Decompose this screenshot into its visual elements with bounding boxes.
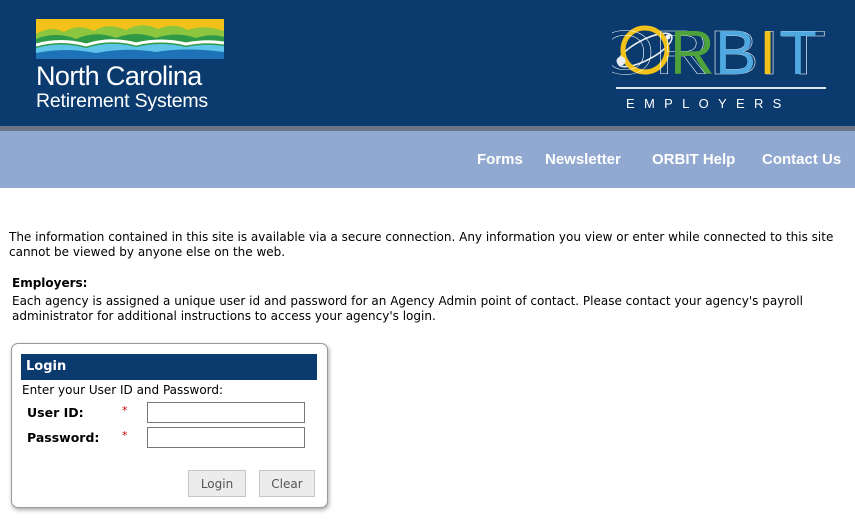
login-title: Login [21,354,317,380]
password-label: Password: [27,430,100,445]
top-nav: Forms Newsletter ORBIT Help Contact Us [0,131,855,188]
login-prompt: Enter your User ID and Password: [22,383,224,397]
password-required-mark: * [122,429,128,442]
employers-heading: Employers: [12,276,88,290]
site-header: North Carolina Retirement Systems ORBIT … [0,0,855,126]
svg-text:B: B [715,19,756,84]
orbit-wordmark: ORBIT R B I T [612,19,826,84]
userid-required-mark: * [122,404,128,417]
login-panel: Login Enter your User ID and Password: U… [11,343,328,508]
logo-subtitle: Retirement Systems [36,90,208,112]
password-input[interactable] [147,427,305,448]
orbit-divider [616,87,826,89]
logo-name: North Carolina [36,61,202,91]
nav-newsletter-link[interactable]: Newsletter [545,151,621,168]
secure-connection-notice: The information contained in this site i… [9,230,834,259]
nav-forms-link[interactable]: Forms [477,151,523,168]
mountains-logo-icon [36,19,224,59]
svg-text:R: R [670,19,715,84]
nc-retirement-logo[interactable]: North Carolina Retirement Systems [36,19,226,114]
nav-contact-us-link[interactable]: Contact Us [762,151,841,168]
svg-text:T: T [779,19,817,84]
clear-button[interactable]: Clear [259,470,315,497]
userid-input[interactable] [147,402,305,423]
svg-text:I: I [759,19,776,84]
orbit-subtitle: EMPLOYERS [626,96,791,111]
nav-orbit-help-link[interactable]: ORBIT Help [652,151,735,168]
login-button[interactable]: Login [188,470,246,497]
employers-instructions: Each agency is assigned a unique user id… [12,294,803,323]
userid-label: User ID: [27,405,84,420]
orbit-employers-logo[interactable]: ORBIT R B I T EMPLOYERS [612,14,828,114]
